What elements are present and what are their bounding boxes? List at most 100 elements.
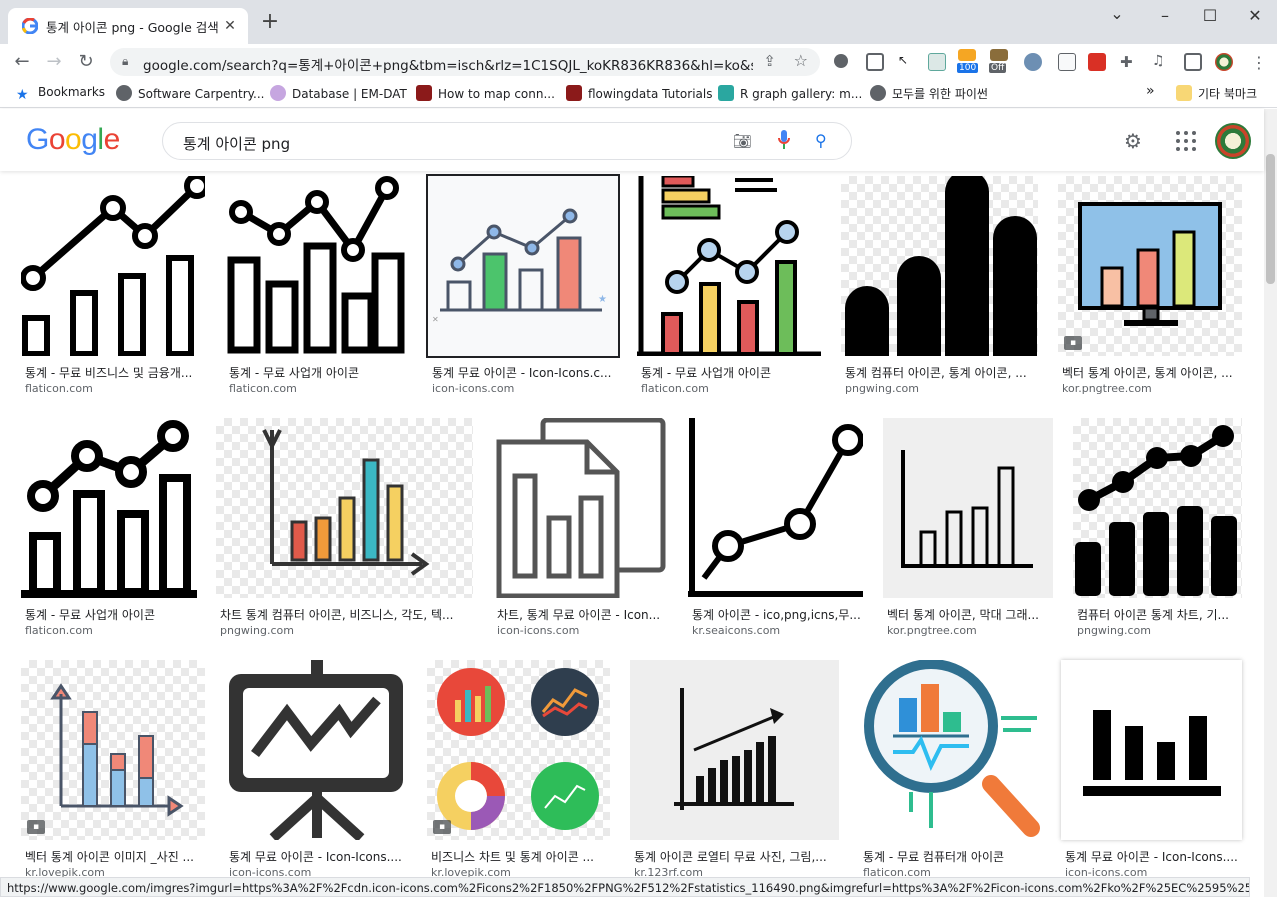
result-title[interactable]: 통계 컴퓨터 아이콘, 통계 아이콘, ... — [845, 364, 1035, 381]
brush-extension-icon[interactable] — [866, 53, 884, 71]
bookmark-item[interactable]: flowingdata Tutorials — [566, 85, 712, 101]
profile-avatar-icon[interactable] — [1215, 53, 1233, 71]
chrome-menu-icon[interactable]: ⋮ — [1250, 53, 1268, 72]
minimize-button[interactable]: – — [1150, 6, 1180, 26]
result-thumbnail[interactable]: ▪ — [21, 660, 205, 840]
result-title[interactable]: 통계 - 무료 컴퓨터개 아이콘 — [863, 848, 1041, 865]
result-source[interactable]: pngwing.com — [1077, 624, 1151, 637]
image-result-card[interactable]: 차트 통계 컴퓨터 아이콘, 비즈니스, 각도, 텍... pngwing.co… — [216, 418, 473, 638]
result-source[interactable]: flaticon.com — [25, 624, 93, 637]
google-apps-icon[interactable] — [1176, 131, 1196, 151]
result-title[interactable]: 통계 무료 아이콘 - Icon-Icons.... — [229, 848, 407, 865]
search-input[interactable]: 통계 아이콘 png — [183, 133, 290, 154]
result-title[interactable]: 통계 무료 아이콘 - Icon-Icons.c... — [432, 364, 612, 381]
image-result-card[interactable]: ▪ 벡터 통계 아이콘 이미지 _사진 ... kr.lovepik.com — [21, 660, 205, 880]
bookmark-item[interactable]: How to map conn... — [416, 85, 555, 101]
media-control-icon[interactable]: ♫ — [1152, 53, 1170, 71]
bookmark-item[interactable]: R graph gallery: m... — [718, 85, 862, 101]
result-source[interactable]: kr.seaicons.com — [692, 624, 780, 637]
result-thumbnail[interactable]: ▪ — [427, 660, 610, 840]
result-source[interactable]: flaticon.com — [25, 382, 93, 395]
image-result-card[interactable]: ▪ 비즈니스 차트 및 통계 아이콘 ... kr.lovepik.com — [427, 660, 610, 880]
back-arrow-icon[interactable]: ← — [10, 50, 34, 74]
side-panel-icon[interactable] — [1184, 53, 1202, 71]
result-thumbnail[interactable] — [21, 418, 197, 598]
close-tab-icon[interactable]: ✕ — [220, 16, 240, 36]
search-box[interactable]: 통계 아이콘 png 📷︎ ⚲ — [162, 122, 852, 160]
result-title[interactable]: 비즈니스 차트 및 통계 아이콘 ... — [431, 848, 609, 865]
result-source[interactable]: pngwing.com — [845, 382, 919, 395]
bookmark-item[interactable]: Database | EM-DAT — [270, 85, 407, 101]
result-thumbnail[interactable] — [225, 176, 409, 356]
forward-arrow-icon[interactable]: → — [42, 50, 66, 74]
image-result-card[interactable]: ▪ 벡터 통계 아이콘, 통계 아이콘, ... kor.pngtree.com — [1058, 176, 1242, 396]
result-thumbnail[interactable] — [493, 418, 669, 598]
result-thumbnail[interactable]: ★ ✕ — [426, 174, 620, 358]
reader-extension-icon[interactable] — [928, 53, 946, 71]
image-result-card[interactable]: 통계 무료 아이콘 - Icon-Icons.... icon-icons.co… — [225, 660, 407, 880]
result-thumbnail[interactable] — [630, 660, 839, 840]
result-title[interactable]: 벡터 통계 아이콘, 막대 그래... — [887, 606, 1052, 623]
image-result-card[interactable]: 통계 - 무료 사업개 아이콘 flaticon.com — [225, 176, 409, 396]
result-title[interactable]: 차트 통계 컴퓨터 아이콘, 비즈니스, 각도, 텍... — [220, 606, 472, 623]
image-result-card[interactable]: 통계 아이콘 - ico,png,icns,무... kr.seaicons.c… — [688, 418, 863, 638]
result-source[interactable]: kor.pngtree.com — [887, 624, 977, 637]
result-title[interactable]: 통계 - 무료 사업개 아이콘 — [641, 364, 821, 381]
bookmark-item[interactable]: 모두를 위한 파이썬 — [870, 85, 988, 102]
image-result-card[interactable]: 통계 - 무료 비즈니스 및 금융개... flaticon.com — [21, 176, 205, 396]
eyedropper-extension-icon[interactable] — [834, 54, 848, 68]
reload-icon[interactable]: ↻ — [74, 50, 98, 74]
account-avatar[interactable] — [1215, 123, 1251, 159]
result-title[interactable]: 통계 - 무료 사업개 아이콘 — [25, 606, 195, 623]
document-extension-icon[interactable] — [1058, 53, 1076, 71]
share-icon[interactable]: ⇪ — [763, 52, 776, 70]
result-title[interactable]: 벡터 통계 아이콘 이미지 _사진 ... — [25, 848, 205, 865]
result-source[interactable]: pngwing.com — [220, 624, 294, 637]
google-logo[interactable]: Google — [26, 123, 120, 157]
satellite-extension-icon[interactable] — [1024, 53, 1042, 71]
bookmark-item[interactable]: ★ Bookmarks — [16, 85, 105, 103]
image-result-card[interactable]: 통계 - 무료 사업개 아이콘 flaticon.com — [637, 176, 821, 396]
result-thumbnail[interactable] — [1061, 660, 1242, 840]
image-result-card[interactable]: 통계 무료 아이콘 - Icon-Icons.... icon-icons.co… — [1061, 660, 1242, 880]
result-title[interactable]: 통계 아이콘 로열티 무료 사진, 그림,... — [634, 848, 839, 865]
result-thumbnail[interactable] — [216, 418, 473, 598]
result-title[interactable]: 통계 무료 아이콘 - Icon-Icons.... — [1065, 848, 1241, 865]
extensions-puzzle-icon[interactable]: ✚ — [1120, 53, 1138, 71]
result-source[interactable]: icon-icons.com — [497, 624, 579, 637]
more-bookmarks-icon[interactable]: » — [1146, 83, 1155, 99]
other-bookmarks-folder[interactable]: 기타 북마크 — [1176, 85, 1257, 102]
result-title[interactable]: 통계 아이콘 - ico,png,icns,무... — [692, 606, 862, 623]
rss-extension-icon[interactable] — [958, 49, 976, 61]
result-thumbnail[interactable] — [1073, 418, 1242, 598]
result-source[interactable]: kor.pngtree.com — [1062, 382, 1152, 395]
bookmark-star-icon[interactable]: ☆ — [794, 51, 808, 70]
settings-gear-icon[interactable]: ⚙ — [1124, 129, 1142, 153]
image-result-card-selected[interactable]: ★ ✕ 통계 무료 아이콘 - Icon-Icons.c... icon-ico… — [426, 174, 620, 396]
image-result-card[interactable]: 통계 - 무료 컴퓨터개 아이콘 flaticon.com — [859, 660, 1042, 880]
microphone-icon[interactable] — [777, 129, 791, 151]
image-result-card[interactable]: 차트, 통계 무료 아이콘 - Icon... icon-icons.com — [493, 418, 669, 638]
bookmark-item[interactable]: Software Carpentry... — [116, 85, 264, 101]
page-scrollbar[interactable] — [1264, 109, 1277, 897]
camera-search-icon[interactable]: 📷︎ — [733, 132, 752, 150]
image-result-card[interactable]: 통계 아이콘 로열티 무료 사진, 그림,... kr.123rf.com — [630, 660, 839, 880]
result-title[interactable]: 차트, 통계 무료 아이콘 - Icon... — [497, 606, 667, 623]
image-result-card[interactable]: 벡터 통계 아이콘, 막대 그래... kor.pngtree.com — [883, 418, 1053, 638]
result-thumbnail[interactable] — [841, 176, 1038, 356]
result-source[interactable]: flaticon.com — [641, 382, 709, 395]
coffee-extension-icon[interactable] — [990, 49, 1008, 61]
pinterest-extension-icon[interactable] — [1088, 53, 1106, 71]
result-title[interactable]: 컴퓨터 아이콘 통계 차트, 기... — [1077, 606, 1242, 623]
new-tab-button[interactable]: + — [260, 11, 280, 33]
result-thumbnail[interactable] — [225, 660, 407, 840]
image-result-card[interactable]: 통계 컴퓨터 아이콘, 통계 아이콘, ... pngwing.com — [841, 176, 1038, 396]
result-thumbnail[interactable] — [21, 176, 205, 356]
result-source[interactable]: flaticon.com — [229, 382, 297, 395]
result-thumbnail[interactable] — [883, 418, 1053, 598]
scrollbar-thumb[interactable] — [1266, 154, 1275, 284]
result-source[interactable]: icon-icons.com — [432, 382, 514, 395]
image-result-card[interactable]: 컴퓨터 아이콘 통계 차트, 기... pngwing.com — [1073, 418, 1242, 638]
address-bar[interactable]: 🔒︎ google.com/search?q=통계+아이콘+png&tbm=is… — [110, 48, 820, 76]
result-thumbnail[interactable] — [859, 660, 1042, 840]
